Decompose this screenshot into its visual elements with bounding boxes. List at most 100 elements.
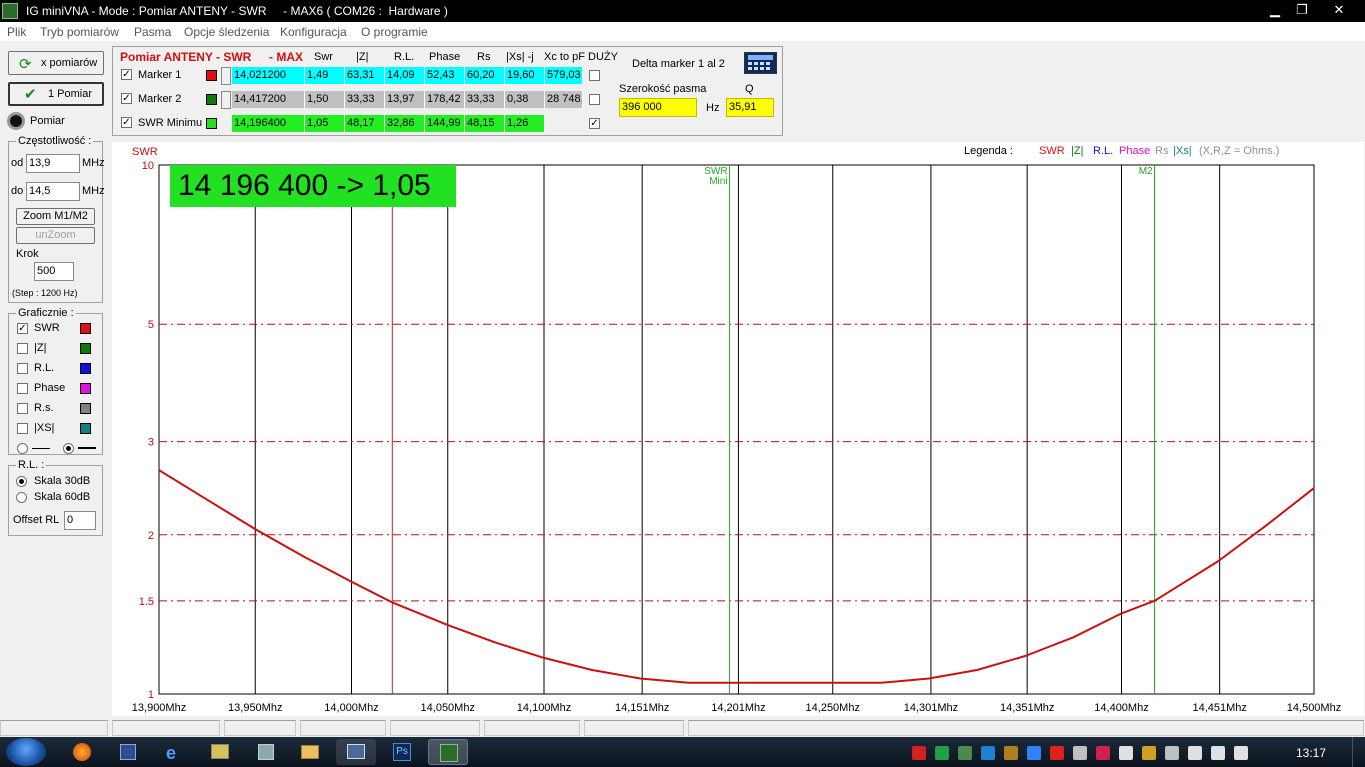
show-desktop-button[interactable] [1352, 737, 1365, 767]
shield-icon[interactable] [1004, 746, 1018, 760]
graf-label: SWR [34, 322, 60, 334]
ati-icon[interactable] [1050, 746, 1064, 760]
unzoom-button[interactable]: unZoom [16, 227, 95, 244]
header-swr: Swr [314, 51, 333, 63]
menu-opcje-sledzenia[interactable]: Opcje śledzenia [184, 25, 269, 39]
menu-tryb-pomiarow[interactable]: Tryb pomiarów [40, 25, 119, 39]
window-icon [347, 744, 365, 759]
clock[interactable]: 13:17 [1296, 746, 1326, 760]
zoom-m1m2-button[interactable]: Zoom M1/M2 [16, 208, 95, 225]
plot-area [158, 164, 1315, 695]
graf-checkbox[interactable] [17, 383, 28, 394]
status-panel [0, 720, 108, 736]
search-tray-icon[interactable] [981, 746, 995, 760]
swr-chart[interactable]: 13,900Mhz 13,950Mhz 14,000Mhz 14,050Mhz 14,1… [112, 142, 1364, 716]
minimize-button[interactable]: ▁ [1262, 0, 1288, 20]
taskbar-firefox[interactable] [62, 739, 102, 765]
marker-cell-freq[interactable]: 14,021200 [232, 67, 305, 84]
network-icon [258, 744, 274, 760]
device-icon[interactable] [1188, 746, 1202, 760]
od-label: od [11, 157, 24, 169]
calculator-button[interactable] [744, 52, 777, 74]
offset-rl-input[interactable]: 0 [64, 511, 96, 530]
marker-cell-rl: 32,86 [385, 115, 425, 132]
line-thick-radio[interactable] [63, 443, 74, 454]
taskbar-app[interactable] [200, 739, 240, 765]
graf-color-swatch[interactable] [80, 383, 91, 394]
app-icon [2, 3, 18, 19]
x-tick-label: 14,301Mhz [904, 702, 958, 714]
globe-icon[interactable] [1027, 746, 1041, 760]
line-thin-radio[interactable] [17, 443, 28, 454]
taskbar-ie[interactable]: e [154, 739, 194, 765]
marker-duzy-checkbox[interactable] [589, 94, 600, 105]
app-tray-icon[interactable] [1096, 746, 1110, 760]
menu-konfiguracja[interactable]: Konfiguracja [280, 25, 347, 39]
delta-marker-label: Delta marker 1 al 2 [632, 58, 725, 70]
taskbar-network[interactable] [246, 739, 286, 765]
antivirus-icon[interactable] [912, 746, 926, 760]
hd-icon[interactable] [958, 746, 972, 760]
readout-box: 14 196 400 -> 1,05 [170, 165, 456, 207]
flag-icon[interactable] [1073, 746, 1087, 760]
weather-icon[interactable] [1142, 746, 1156, 760]
taskbar-save[interactable] [108, 739, 148, 765]
graf-checkbox[interactable] [17, 403, 28, 414]
marker-spin-button[interactable] [221, 91, 231, 109]
menu-pasma[interactable]: Pasma [134, 25, 171, 39]
menu-o-programie[interactable]: O programie [361, 25, 428, 39]
start-button[interactable] [6, 738, 46, 766]
taskbar-photoshop[interactable]: Ps [382, 739, 422, 765]
skala60-label: Skala 60dB [34, 491, 91, 503]
skala60-radio[interactable] [16, 492, 27, 503]
close-button[interactable]: ✕ [1316, 0, 1362, 20]
marker-cell-freq[interactable]: 14,417200 [232, 91, 305, 108]
y-tick-label: 3 [148, 437, 154, 449]
marker-checkbox[interactable]: ✓ [121, 93, 132, 104]
graf-color-swatch[interactable] [80, 363, 91, 374]
marker-color-swatch[interactable] [206, 118, 217, 129]
maximize-button[interactable]: ❐ [1289, 0, 1315, 20]
graf-color-swatch[interactable] [80, 423, 91, 434]
graf-checkbox[interactable] [17, 423, 28, 434]
marker-cell-rs: 33,33 [465, 91, 505, 108]
krok-label: Krok [16, 248, 39, 260]
graf-checkbox[interactable] [17, 363, 28, 374]
graf-color-swatch[interactable] [80, 323, 91, 334]
marker-cell-phase: 52,43 [425, 67, 465, 84]
volume-icon[interactable] [1234, 746, 1248, 760]
graf-checkbox[interactable]: ✓ [17, 323, 28, 334]
usb-icon[interactable] [1165, 746, 1179, 760]
taskbar-explorer[interactable] [290, 739, 330, 765]
marker-duzy-checkbox[interactable] [589, 70, 600, 81]
krok-input[interactable]: 500 [34, 262, 74, 281]
floppy-icon [120, 744, 136, 760]
od-input[interactable]: 13,9 [26, 154, 80, 173]
graf-color-swatch[interactable] [80, 403, 91, 414]
menu-bar: Plik Tryb pomiarów Pasma Opcje śledzenia… [0, 22, 1365, 41]
marker-cell-swr: 1,49 [305, 67, 345, 84]
menu-plik[interactable]: Plik [7, 25, 26, 39]
marker-checkbox[interactable]: ✓ [121, 117, 132, 128]
bandwidth-value: 396 000 [619, 98, 697, 117]
marker-duzy-checkbox[interactable]: ✓ [589, 118, 600, 129]
status-panel [224, 720, 296, 736]
music-icon[interactable] [1119, 746, 1133, 760]
network-signal-icon[interactable] [935, 746, 949, 760]
marker-color-swatch[interactable] [206, 70, 217, 81]
one-pomiar-button[interactable]: ✔ 1 Pomiar [8, 82, 104, 106]
taskbar-window[interactable] [336, 739, 376, 765]
marker-spin-button[interactable] [221, 67, 231, 85]
signal-bars-icon[interactable] [1211, 746, 1225, 760]
marker-cell-freq[interactable]: 14,196400 [232, 115, 305, 132]
skala30-radio[interactable] [16, 476, 27, 487]
do-input[interactable]: 14,5 [26, 182, 80, 201]
marker-cell-rs: 48,15 [465, 115, 505, 132]
x-pomiarow-button[interactable]: ⟳ x pomiarów [8, 51, 104, 75]
graf-color-swatch[interactable] [80, 343, 91, 354]
marker-color-swatch[interactable] [206, 94, 217, 105]
taskbar-minivna[interactable] [428, 739, 468, 765]
graf-checkbox[interactable] [17, 343, 28, 354]
marker-checkbox[interactable]: ✓ [121, 69, 132, 80]
window-title: IG miniVNA - Mode : Pomiar ANTENY - SWR … [26, 4, 448, 18]
